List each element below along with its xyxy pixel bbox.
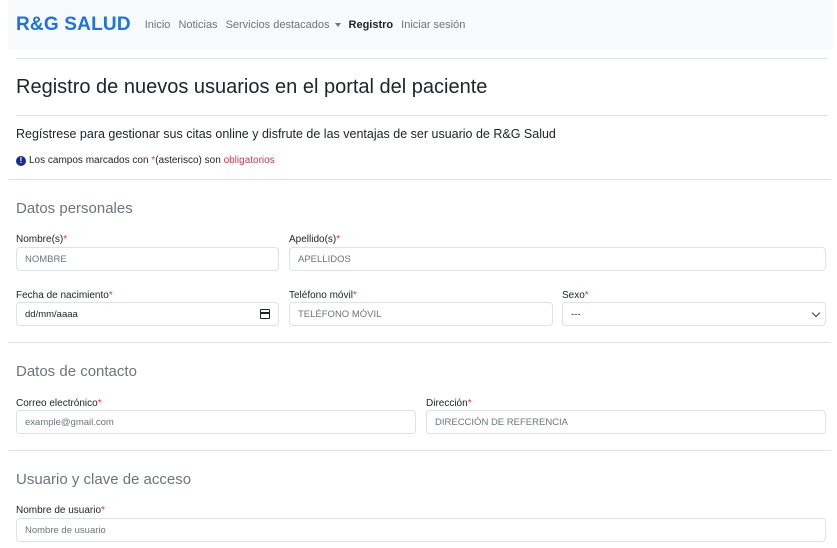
info-icon: !: [16, 155, 26, 166]
direccion-placeholder: DIRECCIÓN DE REFERENCIA: [435, 416, 569, 428]
telefono-placeholder: TELÉFONO MÓVIL: [298, 308, 382, 320]
required-note: ! Los campos marcados con * (asterisco) s…: [16, 155, 275, 166]
section-title-personal: Datos personales: [16, 200, 133, 217]
direccion-label-text: Dirección: [426, 398, 468, 409]
nombre-input[interactable]: NOMBRE: [16, 247, 279, 271]
direccion-input[interactable]: DIRECCIÓN DE REFERENCIA: [426, 410, 826, 434]
sexo-label-text: Sexo: [562, 290, 585, 301]
fecha-value: dd/mm/aaaa: [25, 308, 78, 320]
nav-link-iniciar-sesion[interactable]: Iniciar sesión: [401, 19, 465, 31]
required-asterisk: *: [336, 234, 341, 245]
correo-label: Correo electrónico*: [16, 398, 102, 409]
nav-link-noticias[interactable]: Noticias: [178, 19, 217, 31]
telefono-label-text: Teléfono móvil: [289, 290, 353, 301]
brand-logo[interactable]: R&G SALUD: [16, 14, 131, 36]
divider: [16, 115, 827, 116]
sexo-label: Sexo*: [562, 290, 589, 301]
chevron-down-icon: [334, 22, 341, 27]
required-asterisk: *: [584, 290, 589, 301]
required-asterisk: *: [101, 505, 105, 516]
required-asterisk: *: [97, 398, 102, 409]
nombre-placeholder: NOMBRE: [25, 253, 67, 265]
required-asterisk: *: [108, 290, 113, 301]
apellidos-label: Apellido(s)*: [289, 234, 340, 245]
required-asterisk: *: [63, 234, 68, 245]
section-title-account: Usuario y clave de acceso: [16, 471, 192, 488]
apellidos-input[interactable]: APELLIDOS: [289, 247, 826, 271]
usuario-label: Nombre de usuario*: [16, 505, 105, 516]
nav-menu: Inicio Noticias Servicios destacados Reg…: [145, 19, 474, 31]
nav-link-servicios-label: Servicios destacados: [225, 18, 330, 31]
calendar-icon[interactable]: [260, 309, 270, 319]
required-asterisk: *: [467, 398, 472, 409]
nombre-label-text: Nombre(s): [16, 234, 64, 245]
fecha-label-text: Fecha de nacimiento: [16, 290, 109, 301]
divider: [8, 342, 831, 343]
apellidos-placeholder: APELLIDOS: [298, 253, 351, 265]
correo-label-text: Correo electrónico: [16, 398, 98, 409]
sexo-value: ---: [571, 308, 581, 320]
required-asterisk: *: [352, 290, 357, 301]
note-prefix: Los campos marcados con: [29, 155, 149, 166]
divider: [16, 58, 827, 59]
usuario-label-text: Nombre de usuario: [16, 505, 102, 516]
divider: [8, 179, 831, 180]
sexo-select[interactable]: ---: [562, 302, 826, 326]
note-middle: (asterisco) son: [155, 155, 221, 166]
fecha-nacimiento-input[interactable]: dd/mm/aaaa: [16, 302, 279, 326]
nombre-label: Nombre(s)*: [16, 234, 67, 245]
apellidos-label-text: Apellido(s): [289, 234, 337, 245]
nav-dropdown-servicios[interactable]: Servicios destacados: [226, 19, 341, 31]
navbar: R&G SALUD Inicio Noticias Servicios dest…: [8, 0, 833, 49]
nav-link-inicio[interactable]: Inicio: [145, 19, 171, 31]
direccion-label: Dirección*: [426, 398, 472, 409]
section-title-contact: Datos de contacto: [16, 363, 137, 380]
page-lead: Regístrese para gestionar sus citas onli…: [16, 127, 556, 141]
telefono-label: Teléfono móvil*: [289, 290, 357, 301]
correo-placeholder: example@gmail.com: [25, 416, 114, 428]
correo-input[interactable]: example@gmail.com: [16, 410, 416, 434]
telefono-input[interactable]: TELÉFONO MÓVIL: [289, 302, 553, 326]
usuario-input[interactable]: Nombre de usuario: [16, 518, 826, 542]
fecha-label: Fecha de nacimiento*: [16, 290, 113, 301]
page-title: Registro de nuevos usuarios en el portal…: [16, 76, 488, 98]
nav-link-registro[interactable]: Registro: [349, 19, 394, 31]
chevron-down-icon: [811, 308, 821, 318]
note-required-word: obligatorios: [223, 155, 275, 166]
usuario-placeholder: Nombre de usuario: [25, 524, 106, 536]
divider: [8, 450, 831, 451]
